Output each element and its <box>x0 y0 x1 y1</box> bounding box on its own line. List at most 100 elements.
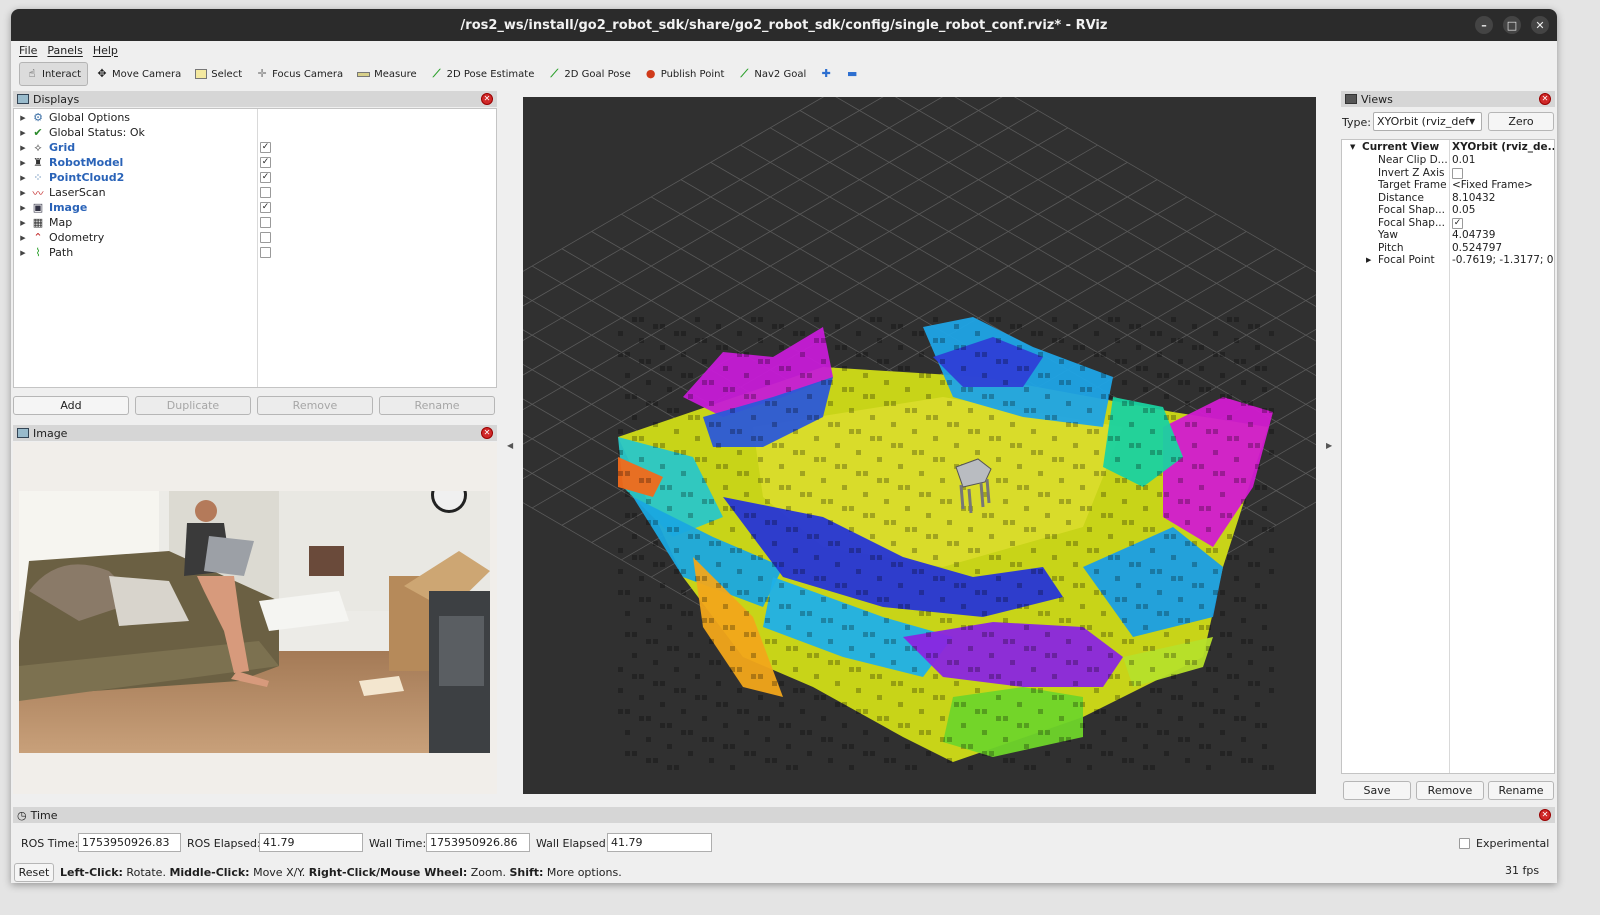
right-collapse-arrow-icon[interactable]: ▶ <box>1326 441 1332 450</box>
expand-arrow-icon[interactable]: ▶ <box>16 204 30 212</box>
expand-arrow-icon[interactable]: ▶ <box>16 234 30 242</box>
move-icon: ✥ <box>97 67 107 80</box>
close-displays-icon[interactable]: ✕ <box>481 93 493 105</box>
display-item-odometry[interactable]: ▶ ⌃ Odometry <box>14 230 496 245</box>
expand-arrow-icon[interactable]: ▶ <box>16 174 30 182</box>
view-property-row[interactable]: Focal Shap... ✓ <box>1342 217 1554 230</box>
views-panel-header: Views ✕ <box>1341 91 1555 107</box>
expand-arrow-icon[interactable]: ▶ <box>16 144 30 152</box>
display-item-image[interactable]: ▶ ▣ Image ✓ <box>14 200 496 215</box>
display-item-grid[interactable]: ▶ ⟡ Grid ✓ <box>14 140 496 155</box>
close-image-icon[interactable]: ✕ <box>481 427 493 439</box>
reset-button[interactable]: Reset <box>14 863 54 882</box>
view-property-row[interactable]: Target Frame <Fixed Frame> <box>1342 179 1554 192</box>
tool-nav2-goal-label: Nav2 Goal <box>754 68 807 80</box>
property-checkbox[interactable] <box>1452 167 1463 179</box>
display-enabled-checkbox[interactable] <box>260 187 271 198</box>
menu-file[interactable]: File <box>19 44 37 57</box>
display-enabled-checkbox[interactable]: ✓ <box>260 157 271 168</box>
tool-nav2-goal[interactable]: ⟋ Nav2 Goal <box>732 62 812 86</box>
view-property-row[interactable]: Pitch 0.524797 <box>1342 242 1554 255</box>
rename-view-button[interactable]: Rename <box>1488 781 1554 800</box>
menu-panels[interactable]: Panels <box>47 44 82 57</box>
ros-elapsed-field[interactable]: 41.79 <box>259 833 363 852</box>
display-item-label: Global Status: Ok <box>49 126 145 139</box>
menu-help[interactable]: Help <box>93 44 118 57</box>
display-enabled-checkbox[interactable]: ✓ <box>260 142 271 153</box>
display-item-label: RobotModel <box>49 156 124 169</box>
expand-arrow-icon[interactable]: ▶ <box>16 189 30 197</box>
expand-arrow-icon[interactable]: ▶ <box>16 114 30 122</box>
expand-arrow-icon[interactable]: ▶ <box>16 129 30 137</box>
hint-middle-click: Middle-Click: <box>169 866 250 879</box>
chevron-down-icon: ▼ <box>1469 117 1476 126</box>
display-enabled-checkbox[interactable] <box>260 232 271 243</box>
display-item-global-status-ok[interactable]: ▶ ✔ Global Status: Ok <box>14 125 496 140</box>
tool-measure[interactable]: Measure <box>351 62 423 86</box>
display-enabled-checkbox[interactable] <box>260 247 271 258</box>
tool-select[interactable]: Select <box>189 62 248 86</box>
expand-arrow-icon[interactable]: ▶ <box>16 219 30 227</box>
nav-arrow-icon: ⟋ <box>740 67 749 80</box>
property-checkbox[interactable]: ✓ <box>1452 217 1463 229</box>
save-view-button[interactable]: Save <box>1343 781 1411 800</box>
robot-leg <box>959 484 965 510</box>
zero-button[interactable]: Zero <box>1488 112 1554 131</box>
view-property-row[interactable]: Invert Z Axis <box>1342 167 1554 180</box>
display-item-laserscan[interactable]: ▶ 〰 LaserScan <box>14 185 496 200</box>
property-value: 8.10432 <box>1452 191 1496 204</box>
points-icon: ⁘ <box>33 171 43 184</box>
tool-move-camera-label: Move Camera <box>112 68 182 80</box>
display-item-path[interactable]: ▶ ⌇ Path <box>14 245 496 260</box>
maximize-button[interactable]: □ <box>1503 16 1521 34</box>
view-type-select[interactable]: XYOrbit (rviz_defa ▼ <box>1373 112 1482 131</box>
close-views-icon[interactable]: ✕ <box>1539 93 1551 105</box>
rename-display-button[interactable]: Rename <box>379 396 495 415</box>
tool-interact[interactable]: ☝ Interact <box>19 62 89 86</box>
add-tool-button[interactable]: ✚ <box>814 62 838 86</box>
menu-bar: File Panels Help <box>11 41 1557 59</box>
view-property-row[interactable]: Distance 8.10432 <box>1342 192 1554 205</box>
display-item-global-options[interactable]: ▶ ⚙ Global Options <box>14 110 496 125</box>
tool-move-camera[interactable]: ✥ Move Camera <box>90 62 187 86</box>
hint-shift: Shift: <box>509 866 544 879</box>
check-icon: ✔ <box>33 126 43 139</box>
view-property-row[interactable]: Focal Point -0.7619; -1.3177; 0 ▶ <box>1342 254 1554 267</box>
property-value: <Fixed Frame> <box>1452 179 1533 192</box>
display-enabled-checkbox[interactable]: ✓ <box>260 172 271 183</box>
left-collapse-arrow-icon[interactable]: ◀ <box>507 441 513 450</box>
remove-tool-button[interactable]: ▬ <box>840 62 864 86</box>
remove-view-button[interactable]: Remove <box>1416 781 1484 800</box>
remove-display-button[interactable]: Remove <box>257 396 373 415</box>
close-time-icon[interactable]: ✕ <box>1539 809 1551 821</box>
ros-time-field[interactable]: 1753950926.83 <box>78 833 181 852</box>
hint-rotate: Rotate. <box>122 866 170 879</box>
minimize-button[interactable]: – <box>1475 16 1493 34</box>
view-property-row[interactable]: Near Clip D... 0.01 <box>1342 154 1554 167</box>
add-display-button[interactable]: Add <box>13 396 129 415</box>
tool-publish-point[interactable]: ● Publish Point <box>639 62 731 86</box>
wall-time-field[interactable]: 1753950926.86 <box>426 833 530 852</box>
wall-elapsed-field[interactable]: 41.79 <box>607 833 712 852</box>
rviz-window: /ros2_ws/install/go2_robot_sdk/share/go2… <box>11 9 1557 883</box>
view-property-row[interactable]: Focal Shap... 0.05 <box>1342 204 1554 217</box>
display-item-robotmodel[interactable]: ▶ ♜ RobotModel ✓ <box>14 155 496 170</box>
tool-focus-camera[interactable]: ✛ Focus Camera <box>250 62 349 86</box>
tool-2d-pose-estimate-label: 2D Pose Estimate <box>446 68 535 80</box>
expand-arrow-icon[interactable]: ▶ <box>16 159 30 167</box>
3d-viewport[interactable] <box>523 97 1316 794</box>
display-item-map[interactable]: ▶ ▦ Map <box>14 215 496 230</box>
wall-elapsed-label: Wall Elapsed: <box>536 837 610 850</box>
display-enabled-checkbox[interactable]: ✓ <box>260 202 271 213</box>
expand-arrow-icon[interactable]: ▶ <box>1366 256 1371 264</box>
tool-2d-goal-pose[interactable]: ⟋ 2D Goal Pose <box>542 62 636 86</box>
display-item-pointcloud2[interactable]: ▶ ⁘ PointCloud2 ✓ <box>14 170 496 185</box>
experimental-checkbox[interactable] <box>1459 838 1470 849</box>
current-view-row[interactable]: ▼ Current View XYOrbit (rviz_de... <box>1342 141 1554 154</box>
tool-2d-pose-estimate[interactable]: ⟋ 2D Pose Estimate <box>425 62 541 86</box>
expand-arrow-icon[interactable]: ▶ <box>16 249 30 257</box>
close-window-button[interactable]: ✕ <box>1531 16 1549 34</box>
view-property-row[interactable]: Yaw 4.04739 <box>1342 229 1554 242</box>
display-enabled-checkbox[interactable] <box>260 217 271 228</box>
duplicate-display-button[interactable]: Duplicate <box>135 396 251 415</box>
